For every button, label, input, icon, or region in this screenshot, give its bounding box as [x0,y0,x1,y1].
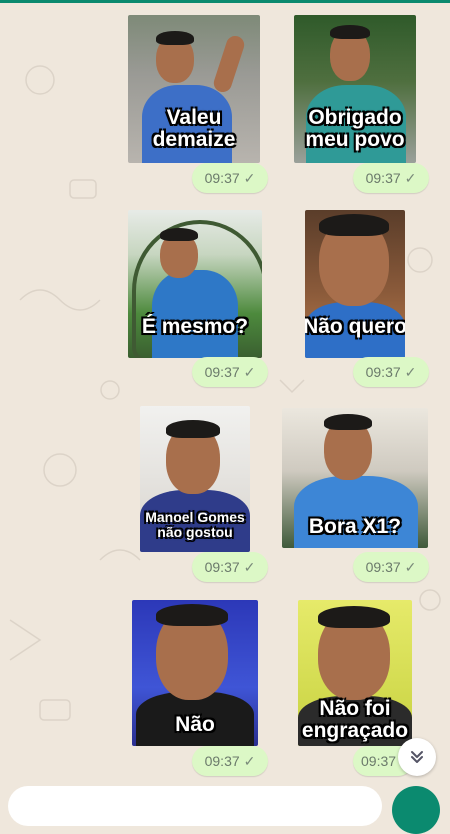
sticker-caption: É mesmo? [141,315,249,338]
sticker-caption: Valeu demaize [152,106,236,152]
message-time: 09:37 [204,753,240,769]
sticker-caption: Não foi engraçado [301,697,409,743]
message-time: 09:37 [204,364,240,380]
message-time: 09:37 [204,559,240,575]
message-time-pill: 09:37 ✓ [192,746,268,776]
checkmark-icon: ✓ [243,558,256,575]
sticker-7[interactable]: Não [132,600,258,746]
message-time: 09:37 [365,170,401,186]
sticker-caption: Obrigado meu povo [305,106,405,152]
message-time-pill: 09:37 ✓ [353,163,429,193]
message-time-pill: 09:37 ✓ [192,357,268,387]
checkmark-icon: ✓ [243,363,256,380]
sticker-1[interactable]: Valeu demaize [128,15,260,163]
sticker-caption: Bora X1? [308,515,402,538]
message-time-pill: 09:37 ✓ [192,552,268,582]
checkmark-icon: ✓ [243,169,256,186]
message-time-pill: 09:37 ✓ [353,357,429,387]
sticker-caption: Manoel Gomes não gostou [145,509,245,540]
checkmark-icon: ✓ [404,558,417,575]
scroll-to-bottom-button[interactable] [398,738,436,776]
sticker-4[interactable]: Não quero [305,210,405,358]
double-chevron-down-icon [411,751,423,763]
sticker-caption: Não [175,713,215,736]
sticker-3[interactable]: É mesmo? [128,210,262,358]
message-time: 09:37 [204,170,240,186]
message-time: 09:37 [365,559,401,575]
mic-button[interactable] [392,786,440,834]
message-time-pill: 09:37 ✓ [192,163,268,193]
checkmark-icon: ✓ [243,752,256,769]
message-time: 09:37 [361,753,397,769]
sticker-5[interactable]: Manoel Gomes não gostou [140,406,250,552]
message-input-bar[interactable] [8,786,382,826]
sticker-8[interactable]: Não foi engraçado [298,600,412,746]
sticker-6[interactable]: Bora X1? [282,408,428,548]
checkmark-icon: ✓ [404,363,417,380]
checkmark-icon: ✓ [404,169,417,186]
sticker-2[interactable]: Obrigado meu povo [294,15,416,163]
message-time-pill: 09:37 ✓ [353,552,429,582]
message-time: 09:37 [365,364,401,380]
sticker-caption: Não quero [305,315,405,338]
